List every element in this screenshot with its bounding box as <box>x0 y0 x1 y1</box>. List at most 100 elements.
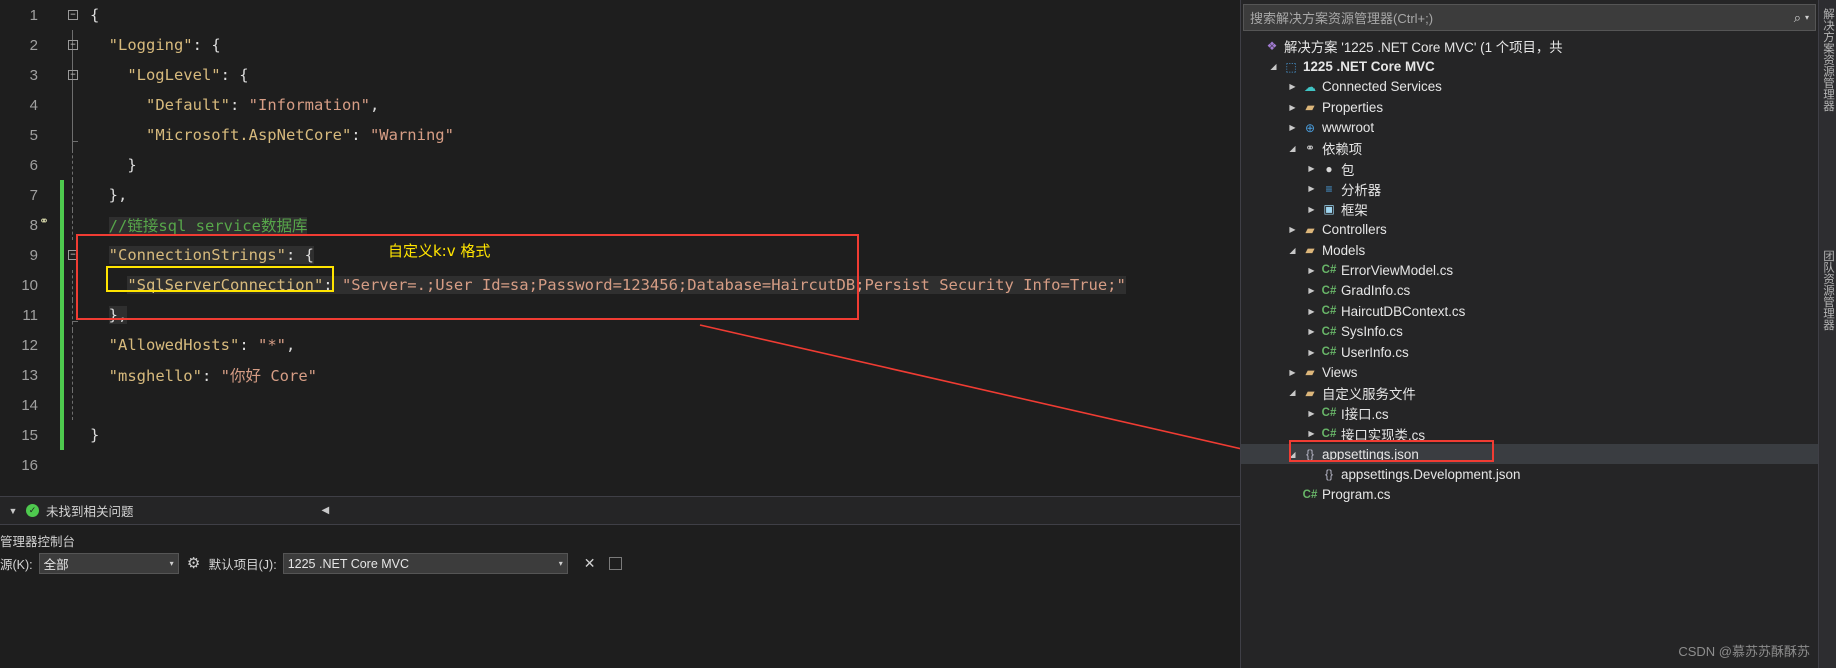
chevron-right-icon[interactable]: ▶ <box>1304 266 1319 275</box>
tree-item-wwwroot[interactable]: ▶ ⊕ wwwroot <box>1241 118 1818 138</box>
tree-item-connected-services[interactable]: ▶ ☁ Connected Services <box>1241 77 1818 97</box>
error-list-strip[interactable]: ▼ ✓ 未找到相关问题 ◀ <box>0 496 1240 524</box>
pmc-default-project-select[interactable]: 1225 .NET Core MVC ▾ <box>282 553 568 574</box>
tree-item-label: 框架 <box>1341 203 1368 219</box>
error-list-dropdown-icon[interactable]: ▼ <box>0 506 26 516</box>
fw-icon: ▣ <box>1323 202 1335 217</box>
chevron-down-icon[interactable]: ▾ <box>170 559 174 568</box>
chevron-right-icon[interactable]: ▶ <box>1304 409 1319 418</box>
tree-item-properties[interactable]: ▶ ▰ Properties <box>1241 97 1818 117</box>
tree-item-errorviewmodel.cs[interactable]: ▶ C# ErrorViewModel.cs <box>1241 260 1818 280</box>
gear-icon[interactable]: ⚙ <box>185 555 203 573</box>
lightbulb-icon[interactable]: ⚭ <box>39 214 49 228</box>
code-line[interactable]: 16 <box>0 450 1240 480</box>
fold-line <box>72 150 73 180</box>
fold-column[interactable]: − <box>64 60 84 90</box>
tree-item-appsettings.json[interactable]: ◢ {} appsettings.json <box>1241 443 1818 465</box>
chevron-right-icon[interactable]: ▶ <box>1304 307 1319 316</box>
code-line[interactable]: 12 "AllowedHosts": "*", <box>0 330 1240 360</box>
error-list-collapse-icon[interactable]: ◀ <box>322 505 330 516</box>
fold-minus-icon[interactable]: − <box>68 10 78 20</box>
code-line[interactable]: 4 "Default": "Information", <box>0 90 1240 120</box>
stop-command-button[interactable] <box>609 557 623 570</box>
tree-item-[interactable]: ◢ ▰ 自定义服务文件 <box>1241 383 1818 403</box>
chevron-right-icon[interactable]: ▶ <box>1304 348 1319 357</box>
fold-minus-icon[interactable]: − <box>68 70 78 80</box>
tree-item-gradinfo.cs[interactable]: ▶ C# GradInfo.cs <box>1241 281 1818 301</box>
chevron-down-icon[interactable]: ◢ <box>1285 450 1300 459</box>
editor-vertical-scrollbar[interactable] <box>1226 0 1240 496</box>
chevron-down-icon[interactable]: ◢ <box>1266 62 1281 71</box>
code-line[interactable]: 8 ⚭ //链接sql service数据库 <box>0 210 1240 240</box>
cs-icon: C# <box>1321 325 1337 338</box>
code-line[interactable]: 15 } <box>0 420 1240 450</box>
line-number: 5 <box>29 126 38 144</box>
fold-minus-icon[interactable]: − <box>68 250 78 260</box>
chevron-down-icon[interactable]: ▾ <box>559 559 563 568</box>
pmc-source-value: 全部 <box>43 558 69 572</box>
tree-item-1225-.net-core-mvc[interactable]: ◢ ⬚ 1225 .NET Core MVC <box>1241 56 1818 76</box>
line-number: 3 <box>29 66 38 84</box>
tree-item-[interactable]: ▶ ≡ 分析器 <box>1241 179 1818 199</box>
code-line[interactable]: 5 "Microsoft.AspNetCore": "Warning" <box>0 120 1240 150</box>
fold-column[interactable]: − <box>64 0 84 30</box>
vertical-tab-team-explorer[interactable]: 团队资源管理器 <box>1820 250 1836 331</box>
chevron-right-icon[interactable]: ▶ <box>1304 164 1319 173</box>
code-line[interactable]: 11 }, <box>0 300 1240 330</box>
package-manager-console: 管理器控制台 源(K): 全部 ▾ ⚙ 默认项目(J): 1225 .NET C… <box>0 524 1240 668</box>
chevron-right-icon[interactable]: ▶ <box>1285 368 1300 377</box>
tree-item-.cs[interactable]: ▶ C# 接口实现类.cs <box>1241 423 1818 443</box>
code-line[interactable]: 3 − "LogLevel": { <box>0 60 1240 90</box>
chevron-right-icon[interactable]: ▶ <box>1285 225 1300 234</box>
annotation-kv-note: 自定义k:v 格式 <box>388 242 491 260</box>
tree-item-sysinfo.cs[interactable]: ▶ C# SysInfo.cs <box>1241 321 1818 341</box>
chevron-right-icon[interactable]: ▶ <box>1304 429 1319 438</box>
code-editor[interactable]: 1 − { 2 − "Logging": { 3 − "LogLevel": {… <box>0 0 1240 496</box>
chevron-down-icon[interactable]: ◢ <box>1285 388 1300 397</box>
chevron-down-icon[interactable]: ▾ <box>1805 13 1809 22</box>
tree-item-models[interactable]: ◢ ▰ Models <box>1241 240 1818 260</box>
chevron-right-icon[interactable]: ▶ <box>1285 123 1300 132</box>
solution-explorer-tree[interactable]: ❖ 解决方案 '1225 .NET Core MVC' (1 个项目，共 ◢ ⬚ 122… <box>1241 34 1818 505</box>
code-line[interactable]: 13 "msghello": "你好 Core" <box>0 360 1240 390</box>
chevron-down-icon[interactable]: ◢ <box>1285 144 1300 153</box>
chevron-right-icon[interactable]: ▶ <box>1285 103 1300 112</box>
tree-item-appsettings.development.json[interactable]: {} appsettings.Development.json <box>1241 464 1818 484</box>
tree-item-[interactable]: ◢ ⚭ 依赖项 <box>1241 138 1818 158</box>
tree-item-userinfo.cs[interactable]: ▶ C# UserInfo.cs <box>1241 342 1818 362</box>
fold-minus-icon[interactable]: − <box>68 40 78 50</box>
chevron-right-icon[interactable]: ▶ <box>1304 327 1319 336</box>
tree-item-views[interactable]: ▶ ▰ Views <box>1241 362 1818 382</box>
docked-tool-tabs[interactable]: 解决方案资源管理器 团队资源管理器 <box>1818 0 1836 668</box>
search-input[interactable]: 搜索解决方案资源管理器(Ctrl+;) <box>1250 8 1794 27</box>
code-line[interactable]: 2 − "Logging": { <box>0 30 1240 60</box>
pmc-source-select[interactable]: 全部 ▾ <box>38 553 179 574</box>
clear-console-icon[interactable]: ✕ <box>584 555 596 572</box>
chevron-right-icon[interactable]: ▶ <box>1304 184 1319 193</box>
fold-column[interactable]: − <box>64 240 84 270</box>
chevron-right-icon[interactable]: ▶ <box>1285 82 1300 91</box>
fold-column <box>64 90 84 120</box>
fold-column[interactable]: − <box>64 30 84 60</box>
tree-item-haircutdbcontext.cs[interactable]: ▶ C# HaircutDBContext.cs <box>1241 301 1818 321</box>
tree-item-1225-.net-core-mvc-1[interactable]: ❖ 解决方案 '1225 .NET Core MVC' (1 个项目，共 <box>1241 36 1818 56</box>
chevron-right-icon[interactable]: ▶ <box>1304 205 1319 214</box>
code-line[interactable]: 7 }, <box>0 180 1240 210</box>
solution-explorer-search[interactable]: 搜索解决方案资源管理器(Ctrl+;) ⌕ ▾ <box>1243 4 1816 31</box>
tree-item-program.cs[interactable]: C# Program.cs <box>1241 485 1818 505</box>
code-line[interactable]: 1 − { <box>0 0 1240 30</box>
chevron-down-icon[interactable]: ◢ <box>1285 246 1300 255</box>
code-line[interactable]: 9 − "ConnectionStrings": { <box>0 240 1240 270</box>
chevron-right-icon[interactable]: ▶ <box>1304 286 1319 295</box>
code-line[interactable]: 6 } <box>0 150 1240 180</box>
code-line[interactable]: 10 "SqlServerConnection": "Server=.;User… <box>0 270 1240 300</box>
tree-item-[interactable]: ▶ ▣ 框架 <box>1241 199 1818 219</box>
tree-item-i-.cs[interactable]: ▶ C# I接口.cs <box>1241 403 1818 423</box>
tree-item-[interactable]: ▶ ● 包 <box>1241 158 1818 178</box>
code-line[interactable]: 14 <box>0 390 1240 420</box>
search-icon[interactable]: ⌕ <box>1794 10 1801 26</box>
line-number: 9 <box>29 246 38 264</box>
vertical-tab-solution-explorer[interactable]: 解决方案资源管理器 <box>1820 8 1836 112</box>
tree-item-controllers[interactable]: ▶ ▰ Controllers <box>1241 220 1818 240</box>
lightbulb-slot[interactable]: ⚭ <box>38 210 54 240</box>
